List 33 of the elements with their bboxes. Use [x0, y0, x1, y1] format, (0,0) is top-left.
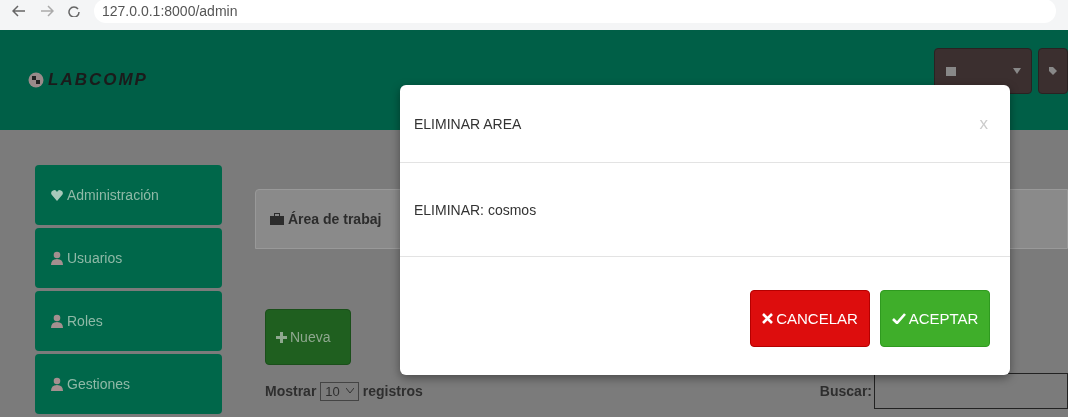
- modal-title: ELIMINAR AREA: [414, 115, 522, 132]
- close-icon: [762, 313, 774, 324]
- sidebar-item[interactable]: Gestiones: [35, 354, 222, 414]
- page-size-select[interactable]: 10: [320, 381, 359, 401]
- user-icon: [51, 251, 63, 265]
- heart-icon: [51, 189, 63, 201]
- chevron-down-icon: [345, 388, 354, 394]
- address-bar[interactable]: 127.0.0.1:8000/admin: [94, 0, 1056, 23]
- records-label: registros: [362, 383, 423, 399]
- panel-title: Área de trabaj: [288, 211, 382, 227]
- tag-button[interactable]: [1038, 48, 1068, 94]
- tag-icon: [1049, 65, 1057, 77]
- search-label: Buscar:: [819, 383, 872, 399]
- plus-icon: [276, 331, 287, 343]
- new-button[interactable]: Nueva: [265, 309, 351, 365]
- logo-icon: [28, 72, 44, 88]
- calendar-icon: [945, 65, 957, 77]
- user-icon: [51, 314, 63, 328]
- back-arrow-icon[interactable]: [12, 5, 26, 17]
- modal-message: ELIMINAR: cosmos: [414, 201, 537, 218]
- caret-icon: [1013, 68, 1021, 74]
- sidebar-item[interactable]: Roles: [35, 291, 222, 351]
- sidebar-item[interactable]: Administración: [35, 165, 222, 225]
- sidebar-item[interactable]: Usuarios: [35, 228, 222, 288]
- briefcase-icon: [270, 213, 284, 225]
- reload-icon[interactable]: [68, 5, 80, 17]
- search-field[interactable]: [874, 373, 1068, 409]
- cancel-button[interactable]: CANCELAR: [750, 290, 870, 347]
- accept-button[interactable]: ACEPTAR: [880, 290, 990, 347]
- logo-text: LABCOMP: [48, 70, 148, 90]
- checkmark-icon: [891, 313, 906, 324]
- show-label: Mostrar: [265, 383, 317, 399]
- user-icon: [51, 377, 63, 391]
